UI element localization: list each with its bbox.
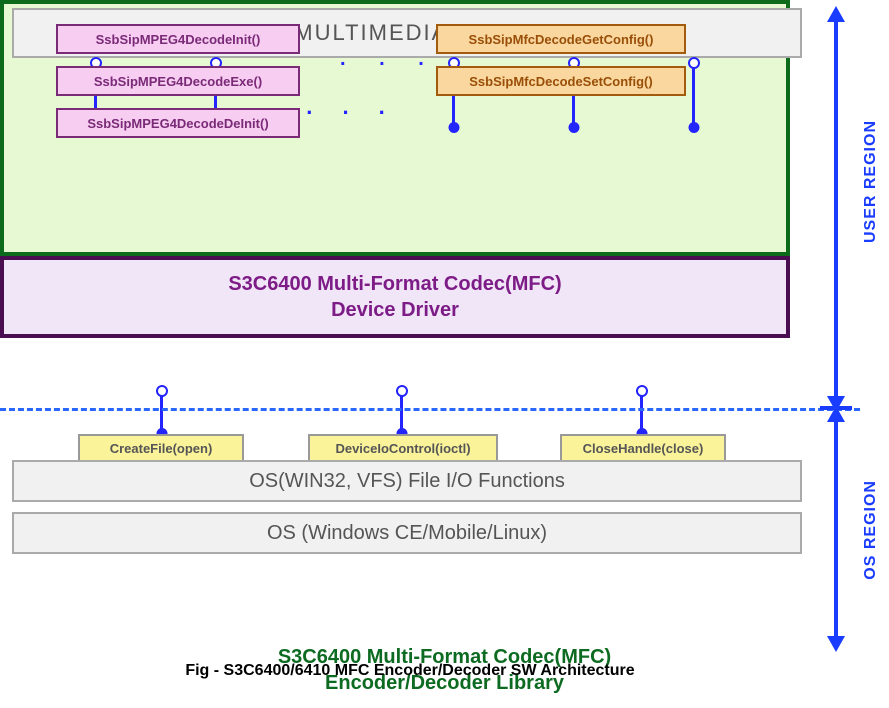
fn-label: CloseHandle(close) — [583, 441, 704, 456]
fn-mpeg4-decode-deinit: SsbSipMPEG4DecodeDeInit() — [56, 108, 300, 138]
os-fileio-box: OS(WIN32, VFS) File I/O Functions — [12, 460, 802, 502]
fn-label: DeviceIoControl(ioctl) — [335, 441, 470, 456]
fn-mpeg4-decode-exe: SsbSipMPEG4DecodeExe() — [56, 66, 300, 96]
driver-title-line1: S3C6400 Multi-Format Codec(MFC) — [228, 273, 561, 295]
fn-mfc-decode-getconfig: SsbSipMfcDecodeGetConfig() — [436, 24, 686, 54]
figure-caption: Fig - S3C6400/6410 MFC Encoder/Decoder S… — [0, 662, 820, 680]
driver-title-line2: Device Driver — [331, 299, 459, 321]
device-driver-box: S3C6400 Multi-Format Codec(MFC) Device D… — [0, 256, 790, 338]
fn-label: SsbSipMfcDecodeSetConfig() — [469, 74, 652, 89]
os-layer-label: OS (Windows CE/Mobile/Linux) — [267, 522, 547, 545]
fn-label: CreateFile(open) — [110, 441, 213, 456]
fn-mpeg4-decode-init: SsbSipMPEG4DecodeInit() — [56, 24, 300, 54]
os-layer-box: OS (Windows CE/Mobile/Linux) — [12, 512, 802, 554]
fn-deviceiocontrol: DeviceIoControl(ioctl) — [308, 434, 498, 462]
fn-label: SsbSipMfcDecodeGetConfig() — [469, 32, 654, 47]
fn-closehandle: CloseHandle(close) — [560, 434, 726, 462]
fn-label: SsbSipMPEG4DecodeExe() — [94, 74, 262, 89]
os-region-bracket — [834, 420, 838, 638]
connector — [160, 394, 163, 434]
region-divider — [0, 408, 860, 411]
connector — [400, 394, 403, 434]
os-region-label: OS REGION — [862, 480, 880, 580]
architecture-diagram: USER'S MULTIMEDIA APPLICATION . . . . Ss… — [0, 0, 889, 708]
fn-mfc-decode-setconfig: SsbSipMfcDecodeSetConfig() — [436, 66, 686, 96]
os-fileio-label: OS(WIN32, VFS) File I/O Functions — [249, 470, 565, 493]
user-region-bracket — [834, 20, 838, 398]
user-region-label: USER REGION — [862, 120, 880, 243]
fn-createfile: CreateFile(open) — [78, 434, 244, 462]
ellipsis-icon: . . . — [340, 48, 438, 71]
fn-label: SsbSipMPEG4DecodeInit() — [96, 32, 261, 47]
connector — [640, 394, 643, 434]
connector — [692, 66, 695, 128]
fn-label: SsbSipMPEG4DecodeDeInit() — [87, 116, 268, 131]
